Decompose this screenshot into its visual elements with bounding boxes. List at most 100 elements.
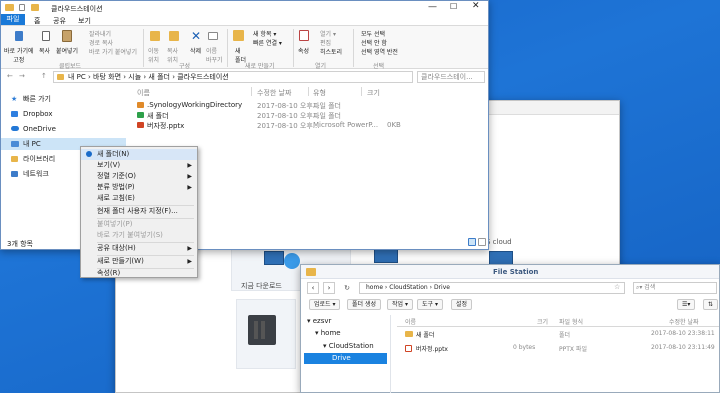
- fs-back-button[interactable]: ‹: [307, 282, 319, 294]
- rename-label[interactable]: 이름 바꾸기: [206, 46, 223, 64]
- cut-button[interactable]: 잘라내기: [89, 29, 111, 38]
- breadcrumb-1[interactable]: 바탕 화면: [93, 73, 121, 81]
- copy-icon[interactable]: [42, 31, 50, 41]
- fs-sort-button[interactable]: ⇅: [703, 299, 719, 310]
- move-to-icon[interactable]: [150, 31, 160, 41]
- menu-new-folder[interactable]: 새 폴더(N): [81, 149, 197, 160]
- invert-selection-button[interactable]: 선택 영역 반전: [361, 47, 398, 56]
- copy-path-button[interactable]: 경로 복사: [89, 38, 113, 47]
- fs-action-button[interactable]: 작업 ▾: [387, 299, 413, 310]
- fs-nav-row: ‹ › ↻ home › CloudStation › Drive ☆ ⌕▾ 검…: [301, 280, 719, 296]
- nav-quick-access[interactable]: ★ 빠른 가기: [1, 93, 126, 105]
- breadcrumb-4[interactable]: 클라우드스테이션: [177, 73, 229, 81]
- maximize-button[interactable]: ☐: [450, 2, 457, 11]
- fs-path-0[interactable]: home: [366, 284, 383, 291]
- fs-favorite-star-icon[interactable]: ☆: [614, 283, 620, 291]
- menu-share-with[interactable]: 공유 대상(H) ▶: [81, 243, 197, 254]
- paste-label[interactable]: 붙여넣기: [56, 46, 78, 55]
- menu-group-by[interactable]: 분류 방법(P) ▶: [81, 182, 197, 193]
- explorer-window: 클라우드스테이션 — ☐ ✕ 파일 홈 공유 보기 바로 가기에 고정 복사 붙…: [0, 0, 489, 250]
- close-button[interactable]: ✕: [472, 1, 480, 11]
- breadcrumb-3[interactable]: 새 폴더: [148, 73, 170, 81]
- nav-dropbox[interactable]: Dropbox: [1, 108, 126, 120]
- properties-icon[interactable]: [299, 30, 309, 41]
- menu-view[interactable]: 보기(V) ▶: [81, 160, 197, 171]
- new-folder-menu-icon: [86, 151, 92, 157]
- menu-customize-folder[interactable]: 현재 폴더 사용자 지정(F)...: [81, 206, 197, 217]
- select-none-button[interactable]: 선택 안 함: [361, 38, 387, 47]
- properties-quick-icon: [19, 4, 25, 11]
- menu-sort-by[interactable]: 정렬 기준(O) ▶: [81, 171, 197, 182]
- easy-access-button[interactable]: 빠른 연결 ▾: [253, 38, 282, 47]
- paste-icon[interactable]: [62, 30, 72, 42]
- menu-paste-shortcut[interactable]: 바로 가기 붙여넣기(S): [81, 230, 197, 241]
- menu-refresh[interactable]: 새로 고침(E): [81, 193, 197, 204]
- fs-file-row[interactable]: 버자정.pptx 0 bytes PPTX 파일 2017-08-10 23:1…: [397, 342, 719, 354]
- fs-view-toggle-button[interactable]: ☰▾: [677, 299, 696, 310]
- up-arrow-icon[interactable]: ↑: [41, 72, 47, 80]
- breadcrumb-2[interactable]: 시놀: [128, 73, 141, 81]
- column-type[interactable]: 유형: [313, 88, 326, 98]
- forward-arrow-icon[interactable]: →: [19, 72, 25, 80]
- fs-tree-drive[interactable]: Drive: [304, 353, 387, 364]
- paste-shortcut-button[interactable]: 바로 가기 붙여넣기: [89, 47, 137, 56]
- column-size[interactable]: 크기: [367, 88, 380, 98]
- fs-forward-button[interactable]: ›: [323, 282, 335, 294]
- copy-to-icon[interactable]: [169, 31, 179, 41]
- file-date: 2017-08-10 오후...: [257, 122, 320, 130]
- rename-icon[interactable]: [208, 32, 218, 40]
- file-row[interactable]: .SynologyWorkingDirectory 2017-08-10 오후.…: [133, 100, 413, 110]
- fs-file-row[interactable]: 새 폴더 폴더 2017-08-10 23:38:11: [397, 328, 719, 340]
- fs-column-type[interactable]: 파일 형식: [559, 317, 583, 326]
- copy-label[interactable]: 복사: [39, 46, 50, 55]
- fs-tree-cloudstation[interactable]: ▾ CloudStation: [323, 342, 374, 350]
- column-name[interactable]: 이름: [137, 88, 150, 98]
- address-bar[interactable]: 내 PC › 바탕 화면 › 시놀 › 새 폴더 › 클라우드스테이션: [53, 71, 413, 83]
- fs-tree-server[interactable]: ▾ ezsvr: [307, 317, 331, 325]
- menu-paste[interactable]: 붙여넣기(P): [81, 219, 197, 230]
- delete-icon[interactable]: ✕: [191, 29, 201, 43]
- fs-column-date[interactable]: 수정한 날짜: [669, 317, 699, 326]
- details-view-icon[interactable]: [468, 238, 476, 246]
- fs-tree-home[interactable]: ▾ home: [315, 329, 341, 337]
- select-all-button[interactable]: 모두 선택: [361, 29, 385, 38]
- fs-create-folder-button[interactable]: 폴더 생성: [347, 299, 381, 310]
- file-name: .SynologyWorkingDirectory: [147, 101, 243, 109]
- pin-icon[interactable]: [15, 31, 23, 41]
- tab-file[interactable]: 파일: [1, 14, 25, 25]
- open-button[interactable]: 열기 ▾: [320, 29, 336, 38]
- file-row[interactable]: 버자정.pptx 2017-08-10 오후... Microsoft Powe…: [133, 120, 413, 130]
- fs-upload-button[interactable]: 업로드 ▾: [309, 299, 341, 310]
- fs-column-size[interactable]: 크기: [537, 317, 548, 326]
- copy-to-label[interactable]: 복사 위치: [167, 46, 178, 64]
- menu-properties[interactable]: 속성(R): [81, 268, 197, 279]
- fs-search-input[interactable]: ⌕▾ 검색: [633, 282, 717, 294]
- new-item-button[interactable]: 새 항목 ▾: [253, 29, 276, 38]
- fs-refresh-button[interactable]: ↻: [341, 282, 353, 294]
- menu-new[interactable]: 새로 만들기(W) ▶: [81, 256, 197, 267]
- fs-column-name[interactable]: 이름: [405, 317, 416, 326]
- pin-label[interactable]: 바로 가기에 고정: [4, 46, 34, 64]
- context-menu: 새 폴더(N) 보기(V) ▶ 정렬 기준(O) ▶ 분류 방법(P) ▶ 새로 고침…: [80, 146, 198, 278]
- nav-onedrive[interactable]: OneDrive: [1, 123, 126, 135]
- fs-title-bar: File Station: [301, 265, 719, 279]
- fs-settings-button[interactable]: 설정: [451, 299, 473, 310]
- breadcrumb-0[interactable]: 내 PC: [68, 73, 86, 81]
- edit-button[interactable]: 편집: [320, 38, 331, 47]
- column-date[interactable]: 수정한 날짜: [257, 88, 291, 98]
- file-row[interactable]: 새 폴더 2017-08-10 오후... 파일 폴더: [133, 110, 413, 120]
- minimize-button[interactable]: —: [428, 2, 437, 12]
- sync-icon: [284, 253, 300, 269]
- fs-path-1[interactable]: CloudStation: [389, 284, 427, 291]
- new-folder-icon[interactable]: [233, 30, 244, 41]
- move-to-label[interactable]: 이동 위치: [148, 46, 159, 64]
- history-button[interactable]: 히스토리: [320, 47, 342, 56]
- delete-label[interactable]: 삭제: [190, 46, 201, 55]
- search-box[interactable]: 클라우드스테이...: [417, 71, 485, 83]
- large-icons-view-icon[interactable]: [478, 238, 486, 246]
- fs-tools-button[interactable]: 도구 ▾: [417, 299, 443, 310]
- fs-path-2[interactable]: Drive: [434, 284, 450, 291]
- back-arrow-icon[interactable]: ←: [7, 72, 13, 80]
- properties-label[interactable]: 속성: [298, 46, 309, 55]
- fs-path-bar[interactable]: home › CloudStation › Drive: [359, 282, 625, 294]
